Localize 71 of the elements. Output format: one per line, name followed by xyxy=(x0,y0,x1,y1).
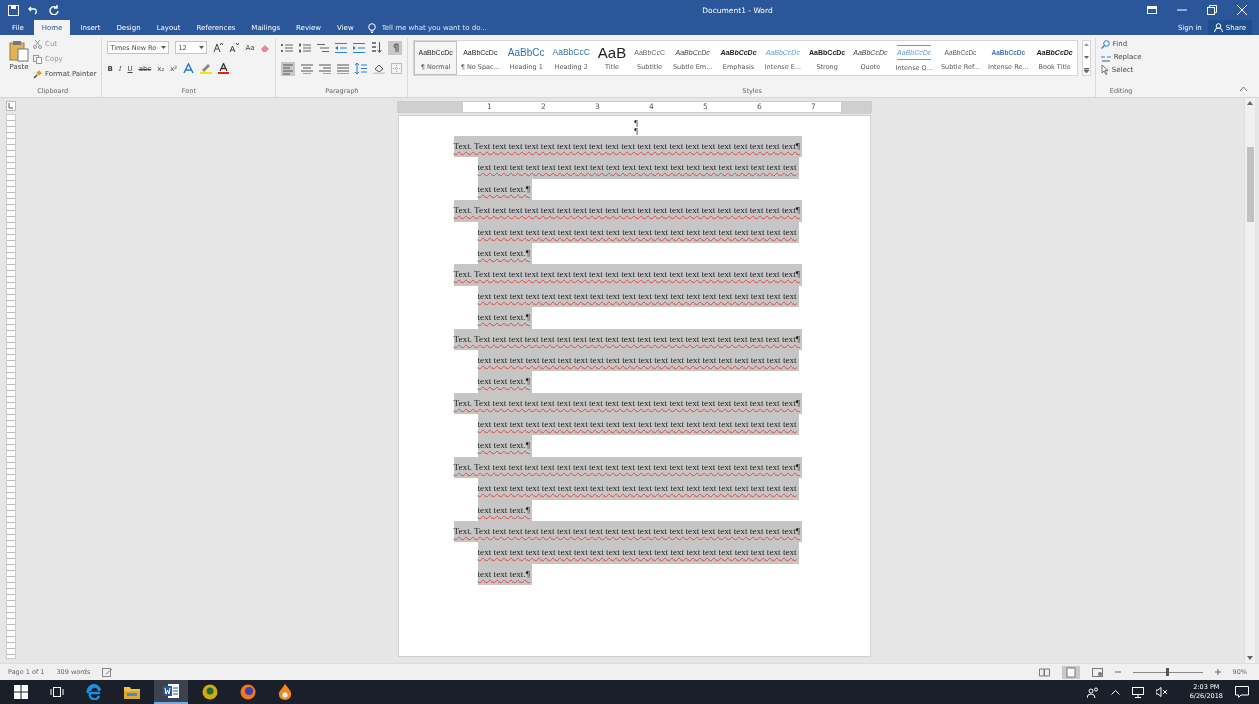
collapse-ribbon-icon[interactable] xyxy=(1240,87,1247,91)
chevron-up-icon[interactable] xyxy=(1110,689,1120,695)
text-effects-icon[interactable] xyxy=(183,63,195,74)
clipboard-icon xyxy=(9,40,29,62)
paragraph-text: Text. Text text text text text text text text text text text text text text text text text text text text¶ text text text text text text text text text text text text text text text text text text text text text text text.¶ xyxy=(453,136,870,201)
multilevel-list-icon[interactable] xyxy=(317,42,330,53)
increase-indent-icon[interactable] xyxy=(353,42,366,53)
font-color-icon[interactable] xyxy=(218,63,230,74)
show-formatting-marks-icon[interactable] xyxy=(388,40,403,55)
paragraph-text: Text. Text text text text text text text text text text text text text text text text text text text text¶ text text text text text text text text text text text text text text text text text text text text text text text.¶ xyxy=(453,456,870,522)
highlighter-icon[interactable] xyxy=(200,63,213,74)
shading-icon[interactable] xyxy=(373,63,386,74)
scroll-up-icon[interactable] xyxy=(1083,43,1089,46)
folder-icon[interactable] xyxy=(124,685,140,699)
paragraph-mark: ¶ xyxy=(634,128,638,136)
search-icon xyxy=(1100,39,1110,49)
print-layout-icon[interactable] xyxy=(1061,665,1080,679)
fox-browser-icon[interactable] xyxy=(240,684,256,700)
style-preview: AaB xyxy=(597,45,627,59)
scissors-icon xyxy=(33,39,42,49)
task-view-icon[interactable] xyxy=(50,686,64,698)
dropdown-arrow-icon xyxy=(161,46,167,49)
web-layout-icon[interactable] xyxy=(1091,667,1103,677)
paragraph-mark: ¶ xyxy=(634,120,638,128)
speaker-muted-icon[interactable] xyxy=(1155,687,1168,697)
restore-icon[interactable] xyxy=(1207,5,1217,15)
line-spacing-icon[interactable] xyxy=(355,63,368,74)
word-app-icon[interactable] xyxy=(154,680,188,704)
notifications-icon[interactable] xyxy=(1235,686,1249,698)
shrink-font-icon[interactable] xyxy=(229,43,240,52)
style-preview: AaBbCcC xyxy=(552,46,590,59)
person-icon xyxy=(1213,23,1223,32)
dropdown-arrow-icon xyxy=(199,46,205,49)
sort-icon[interactable] xyxy=(371,42,383,53)
zoom-slider[interactable] xyxy=(1132,668,1203,676)
copy-icon xyxy=(33,54,42,64)
scroll-down-icon[interactable] xyxy=(1247,656,1253,660)
grow-font-icon[interactable] xyxy=(213,43,224,52)
redo-icon[interactable] xyxy=(49,5,59,15)
close-icon[interactable] xyxy=(1237,5,1247,15)
zoom-in-icon[interactable] xyxy=(1214,669,1221,675)
browser-e-icon[interactable] xyxy=(86,684,102,700)
numbering-icon[interactable] xyxy=(299,42,312,53)
decrease-indent-icon[interactable] xyxy=(335,42,348,53)
undo-icon[interactable] xyxy=(28,5,40,15)
paragraph-text: Text. Text text text text text text text text text text text text text text text text text text text text¶ text text text text text text text text text text text text text text text text text text text text text text text.¶ xyxy=(453,328,870,393)
app-circle-icon[interactable] xyxy=(202,684,218,700)
windows-start-icon[interactable] xyxy=(14,685,28,699)
vertical-scrollbar[interactable] xyxy=(1244,98,1255,663)
paintbrush-icon xyxy=(33,69,42,79)
flame-icon[interactable] xyxy=(278,684,292,700)
save-icon[interactable] xyxy=(8,4,19,16)
read-mode-icon[interactable] xyxy=(1038,667,1050,677)
paragraph-text: Text. Text text text text text text text text text text text text text text text text text text text text¶ text text text text text text text text text text text text text text text text text text text text text text text.¶ xyxy=(453,392,870,457)
cursor-icon xyxy=(1100,65,1109,75)
more-icon[interactable] xyxy=(1083,68,1089,73)
style-preview: AaBbCc xyxy=(507,45,545,59)
paragraph-text: Text. Text text text text text text text text text text text text text text text text text text text text¶ text text text text text text text text text text text text text text text text text text text text text text text.¶ xyxy=(453,200,870,265)
scroll-down-icon[interactable] xyxy=(1083,55,1089,59)
scroll-up-icon[interactable] xyxy=(1247,101,1253,105)
proofing-icon[interactable] xyxy=(102,667,114,677)
ribbon-display-icon[interactable] xyxy=(1147,6,1157,14)
people-icon[interactable] xyxy=(1086,686,1099,698)
network-icon[interactable] xyxy=(1131,686,1144,698)
gallery-scroll-controls[interactable] xyxy=(1081,40,1091,76)
align-left-icon[interactable] xyxy=(281,61,296,76)
paragraph-text: Text. Text text text text text text text text text text text text text text text text text text text text¶ text text text text text text text text text text text text text text text text text text text text text text text.¶ xyxy=(453,264,870,329)
lightbulb-icon xyxy=(367,22,376,33)
scroll-thumb[interactable] xyxy=(1246,147,1254,222)
paragraph-text: Text. Text text text text text text text text text text text text text text text text text text text text¶ text text text text text text text text text text text text text text text text text text text text text text text.¶ xyxy=(453,521,870,586)
bullets-icon[interactable] xyxy=(281,42,294,53)
